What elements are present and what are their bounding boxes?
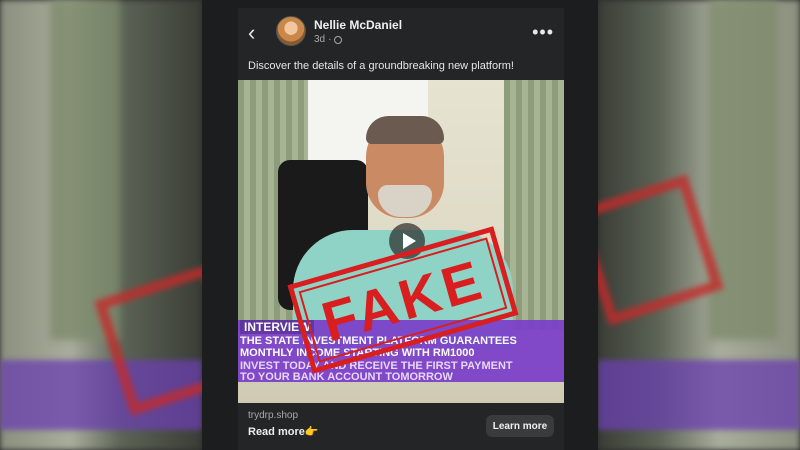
more-horizontal-icon: ••• [532,22,554,42]
video-thumbnail[interactable]: INTERVIEW THE STATE INVESTMENT PLATFORM … [238,80,564,403]
screenshot-stage: ‹ Nellie McDaniel 3d · ••• Discover the … [0,0,800,450]
back-button[interactable]: ‹ [248,21,268,45]
globe-icon [334,35,343,44]
post-caption: Discover the details of a groundbreaking… [248,60,514,72]
banner-line-5: TO YOUR BANK ACCOUNT TOMORROW [240,371,453,383]
post-header: ‹ Nellie McDaniel 3d · ••• [238,8,564,58]
post-footer: trydrp.shop Read more👉 Learn more [238,403,564,450]
post-time: 3d [314,34,326,45]
link-domain[interactable]: trydrp.shop [248,410,298,421]
avatar[interactable] [276,16,306,46]
learn-more-button[interactable]: Learn more [486,415,554,437]
blurred-backdrop-left [0,0,202,450]
post-meta: 3d · [314,34,343,45]
more-options-button[interactable]: ••• [532,22,554,43]
read-more-link[interactable]: Read more👉 [248,425,319,438]
blurred-backdrop-right [598,0,800,450]
post-card: ‹ Nellie McDaniel 3d · ••• Discover the … [238,8,564,450]
author-name[interactable]: Nellie McDaniel [314,18,402,32]
chevron-left-icon: ‹ [248,20,256,45]
social-post-container: ‹ Nellie McDaniel 3d · ••• Discover the … [202,0,598,450]
